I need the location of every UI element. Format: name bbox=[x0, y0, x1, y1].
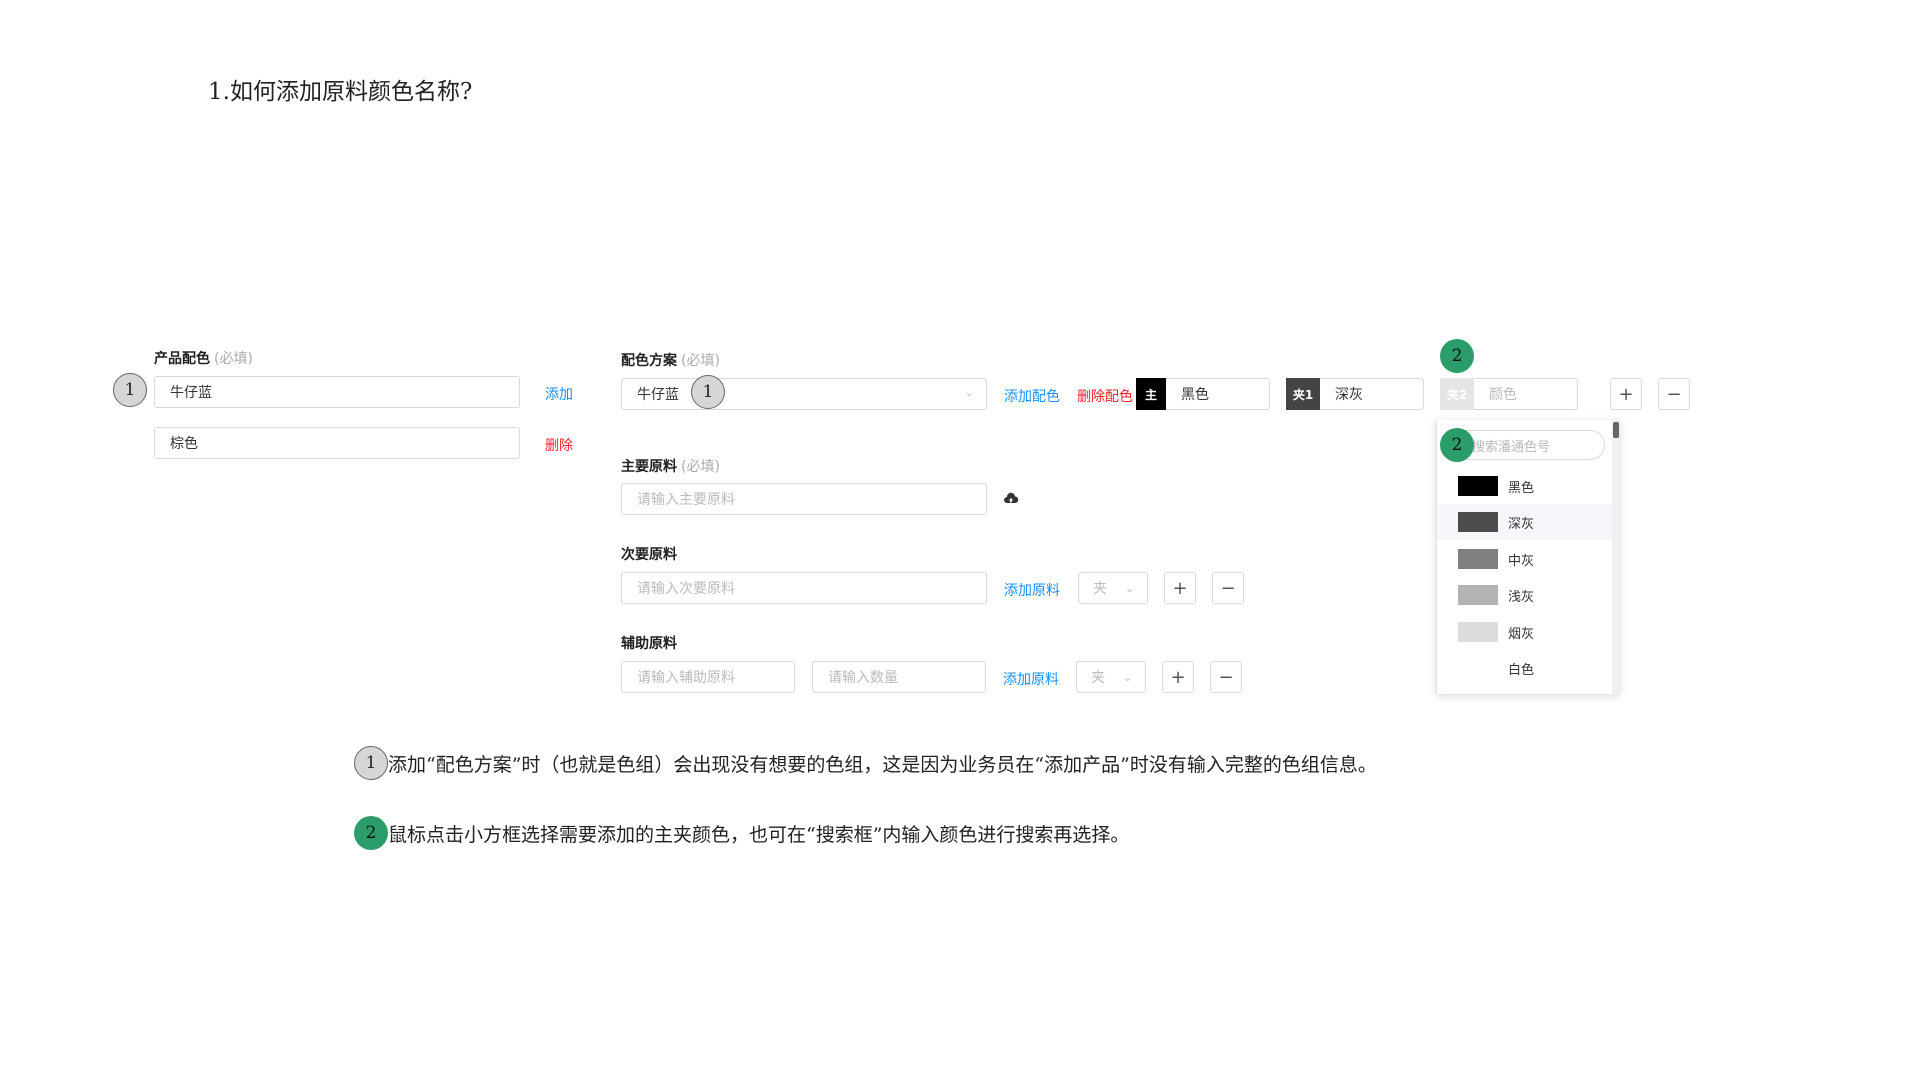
remove-product-color-link[interactable]: 删除 bbox=[545, 435, 573, 455]
required-hint: (必填) bbox=[681, 353, 720, 369]
secondary-material-input[interactable]: 请输入次要原料 bbox=[621, 572, 987, 604]
product-color-input-1[interactable]: 牛仔蓝 bbox=[154, 376, 520, 408]
minus-icon[interactable]: − bbox=[1212, 572, 1244, 604]
aux-material-label: 辅助原料 bbox=[621, 636, 677, 652]
color-option[interactable]: 深灰 bbox=[1437, 504, 1613, 540]
main-material-label-text: 主要原料 bbox=[621, 459, 677, 475]
chevron-down-icon: ⌄ bbox=[1125, 581, 1135, 595]
marker-2: 2 bbox=[1440, 339, 1474, 373]
chevron-down-icon: ⌄ bbox=[964, 386, 974, 399]
color-swatch bbox=[1458, 476, 1498, 496]
aux-quantity-input[interactable]: 请输入数量 bbox=[812, 661, 986, 693]
color-scheme-label-text: 配色方案 bbox=[621, 353, 677, 369]
add-product-color-link[interactable]: 添加 bbox=[545, 384, 573, 404]
marker-1: 1 bbox=[354, 746, 388, 780]
upload-cloud-icon[interactable] bbox=[1003, 491, 1019, 507]
mid1-color-tag[interactable]: 夹1 bbox=[1286, 378, 1320, 410]
main-material-label: 主要原料 (必填) bbox=[621, 456, 720, 476]
product-colors-label: 产品配色 (必填) bbox=[154, 348, 253, 368]
add-aux-material-link[interactable]: 添加原料 bbox=[1003, 669, 1059, 689]
mid2-color-tag[interactable]: 夹2 bbox=[1440, 378, 1474, 410]
secondary-position-select[interactable]: 夹 ⌄ bbox=[1078, 572, 1148, 604]
product-color-input-2[interactable]: 棕色 bbox=[154, 427, 520, 459]
color-option[interactable]: 黑色 bbox=[1437, 468, 1613, 504]
chevron-down-icon: ⌄ bbox=[1123, 670, 1133, 684]
page-title: 1.如何添加原料颜色名称? bbox=[208, 79, 473, 105]
plus-icon[interactable]: + bbox=[1162, 661, 1194, 693]
color-swatch bbox=[1458, 585, 1498, 605]
color-swatch bbox=[1458, 549, 1498, 569]
color-search-input[interactable]: 搜索潘通色号 bbox=[1451, 430, 1605, 460]
secondary-position-value: 夹 bbox=[1093, 581, 1107, 597]
color-swatch bbox=[1458, 622, 1498, 642]
add-secondary-material-link[interactable]: 添加原料 bbox=[1004, 580, 1060, 600]
aux-material-input[interactable]: 请输入辅助原料 bbox=[621, 661, 795, 693]
aux-position-value: 夹 bbox=[1091, 670, 1105, 686]
marker-1: 1 bbox=[691, 375, 725, 409]
color-scheme-value: 牛仔蓝 bbox=[637, 387, 679, 403]
color-scheme-label: 配色方案 (必填) bbox=[621, 350, 720, 370]
color-option[interactable]: 白色 bbox=[1437, 650, 1613, 686]
scrollbar-thumb[interactable] bbox=[1613, 422, 1619, 438]
main-color-tag[interactable]: 主 bbox=[1136, 378, 1166, 410]
dropdown-scrollbar[interactable] bbox=[1612, 420, 1620, 694]
color-option[interactable]: 浅灰 bbox=[1437, 577, 1613, 613]
note-1: 添加“配色方案”时（也就是色组）会出现没有想要的色组，这是因为业务员在“添加产品… bbox=[388, 754, 1377, 776]
color-option-label: 黑色 bbox=[1508, 480, 1535, 496]
color-swatch bbox=[1458, 658, 1498, 678]
marker-2: 2 bbox=[1440, 428, 1474, 462]
color-dropdown: 搜索潘通色号 黑色 深灰 中灰 浅灰 烟灰 白色 bbox=[1436, 420, 1620, 694]
color-option-label: 中灰 bbox=[1508, 553, 1535, 569]
note-2: 鼠标点击小方框选择需要添加的主夹颜色，也可在“搜索框”内输入颜色进行搜索再选择。 bbox=[388, 824, 1130, 846]
color-option-label: 白色 bbox=[1508, 662, 1535, 678]
secondary-material-label: 次要原料 bbox=[621, 547, 677, 563]
main-color-field[interactable]: 黑色 bbox=[1166, 378, 1270, 410]
color-option-label: 浅灰 bbox=[1508, 589, 1535, 605]
required-hint: (必填) bbox=[214, 351, 253, 367]
required-hint: (必填) bbox=[681, 459, 720, 475]
marker-2: 2 bbox=[354, 816, 388, 850]
minus-icon[interactable]: − bbox=[1658, 378, 1690, 410]
mid2-color-field[interactable]: 颜色 bbox=[1474, 378, 1578, 410]
color-swatch bbox=[1458, 512, 1498, 532]
main-material-input[interactable]: 请输入主要原料 bbox=[621, 483, 987, 515]
color-option-label: 烟灰 bbox=[1508, 626, 1535, 642]
remove-scheme-link[interactable]: 删除配色 bbox=[1077, 386, 1133, 406]
plus-icon[interactable]: + bbox=[1164, 572, 1196, 604]
plus-icon[interactable]: + bbox=[1610, 378, 1642, 410]
aux-position-select[interactable]: 夹 ⌄ bbox=[1076, 661, 1146, 693]
add-scheme-link[interactable]: 添加配色 bbox=[1004, 386, 1060, 406]
color-scheme-select[interactable]: 牛仔蓝 ⌄ bbox=[621, 378, 987, 410]
color-option[interactable]: 中灰 bbox=[1437, 541, 1613, 577]
minus-icon[interactable]: − bbox=[1210, 661, 1242, 693]
product-colors-label-text: 产品配色 bbox=[154, 351, 210, 367]
mid1-color-field[interactable]: 深灰 bbox=[1320, 378, 1424, 410]
color-option-label: 深灰 bbox=[1508, 516, 1535, 532]
color-option[interactable]: 烟灰 bbox=[1437, 614, 1613, 650]
marker-1: 1 bbox=[113, 373, 147, 407]
